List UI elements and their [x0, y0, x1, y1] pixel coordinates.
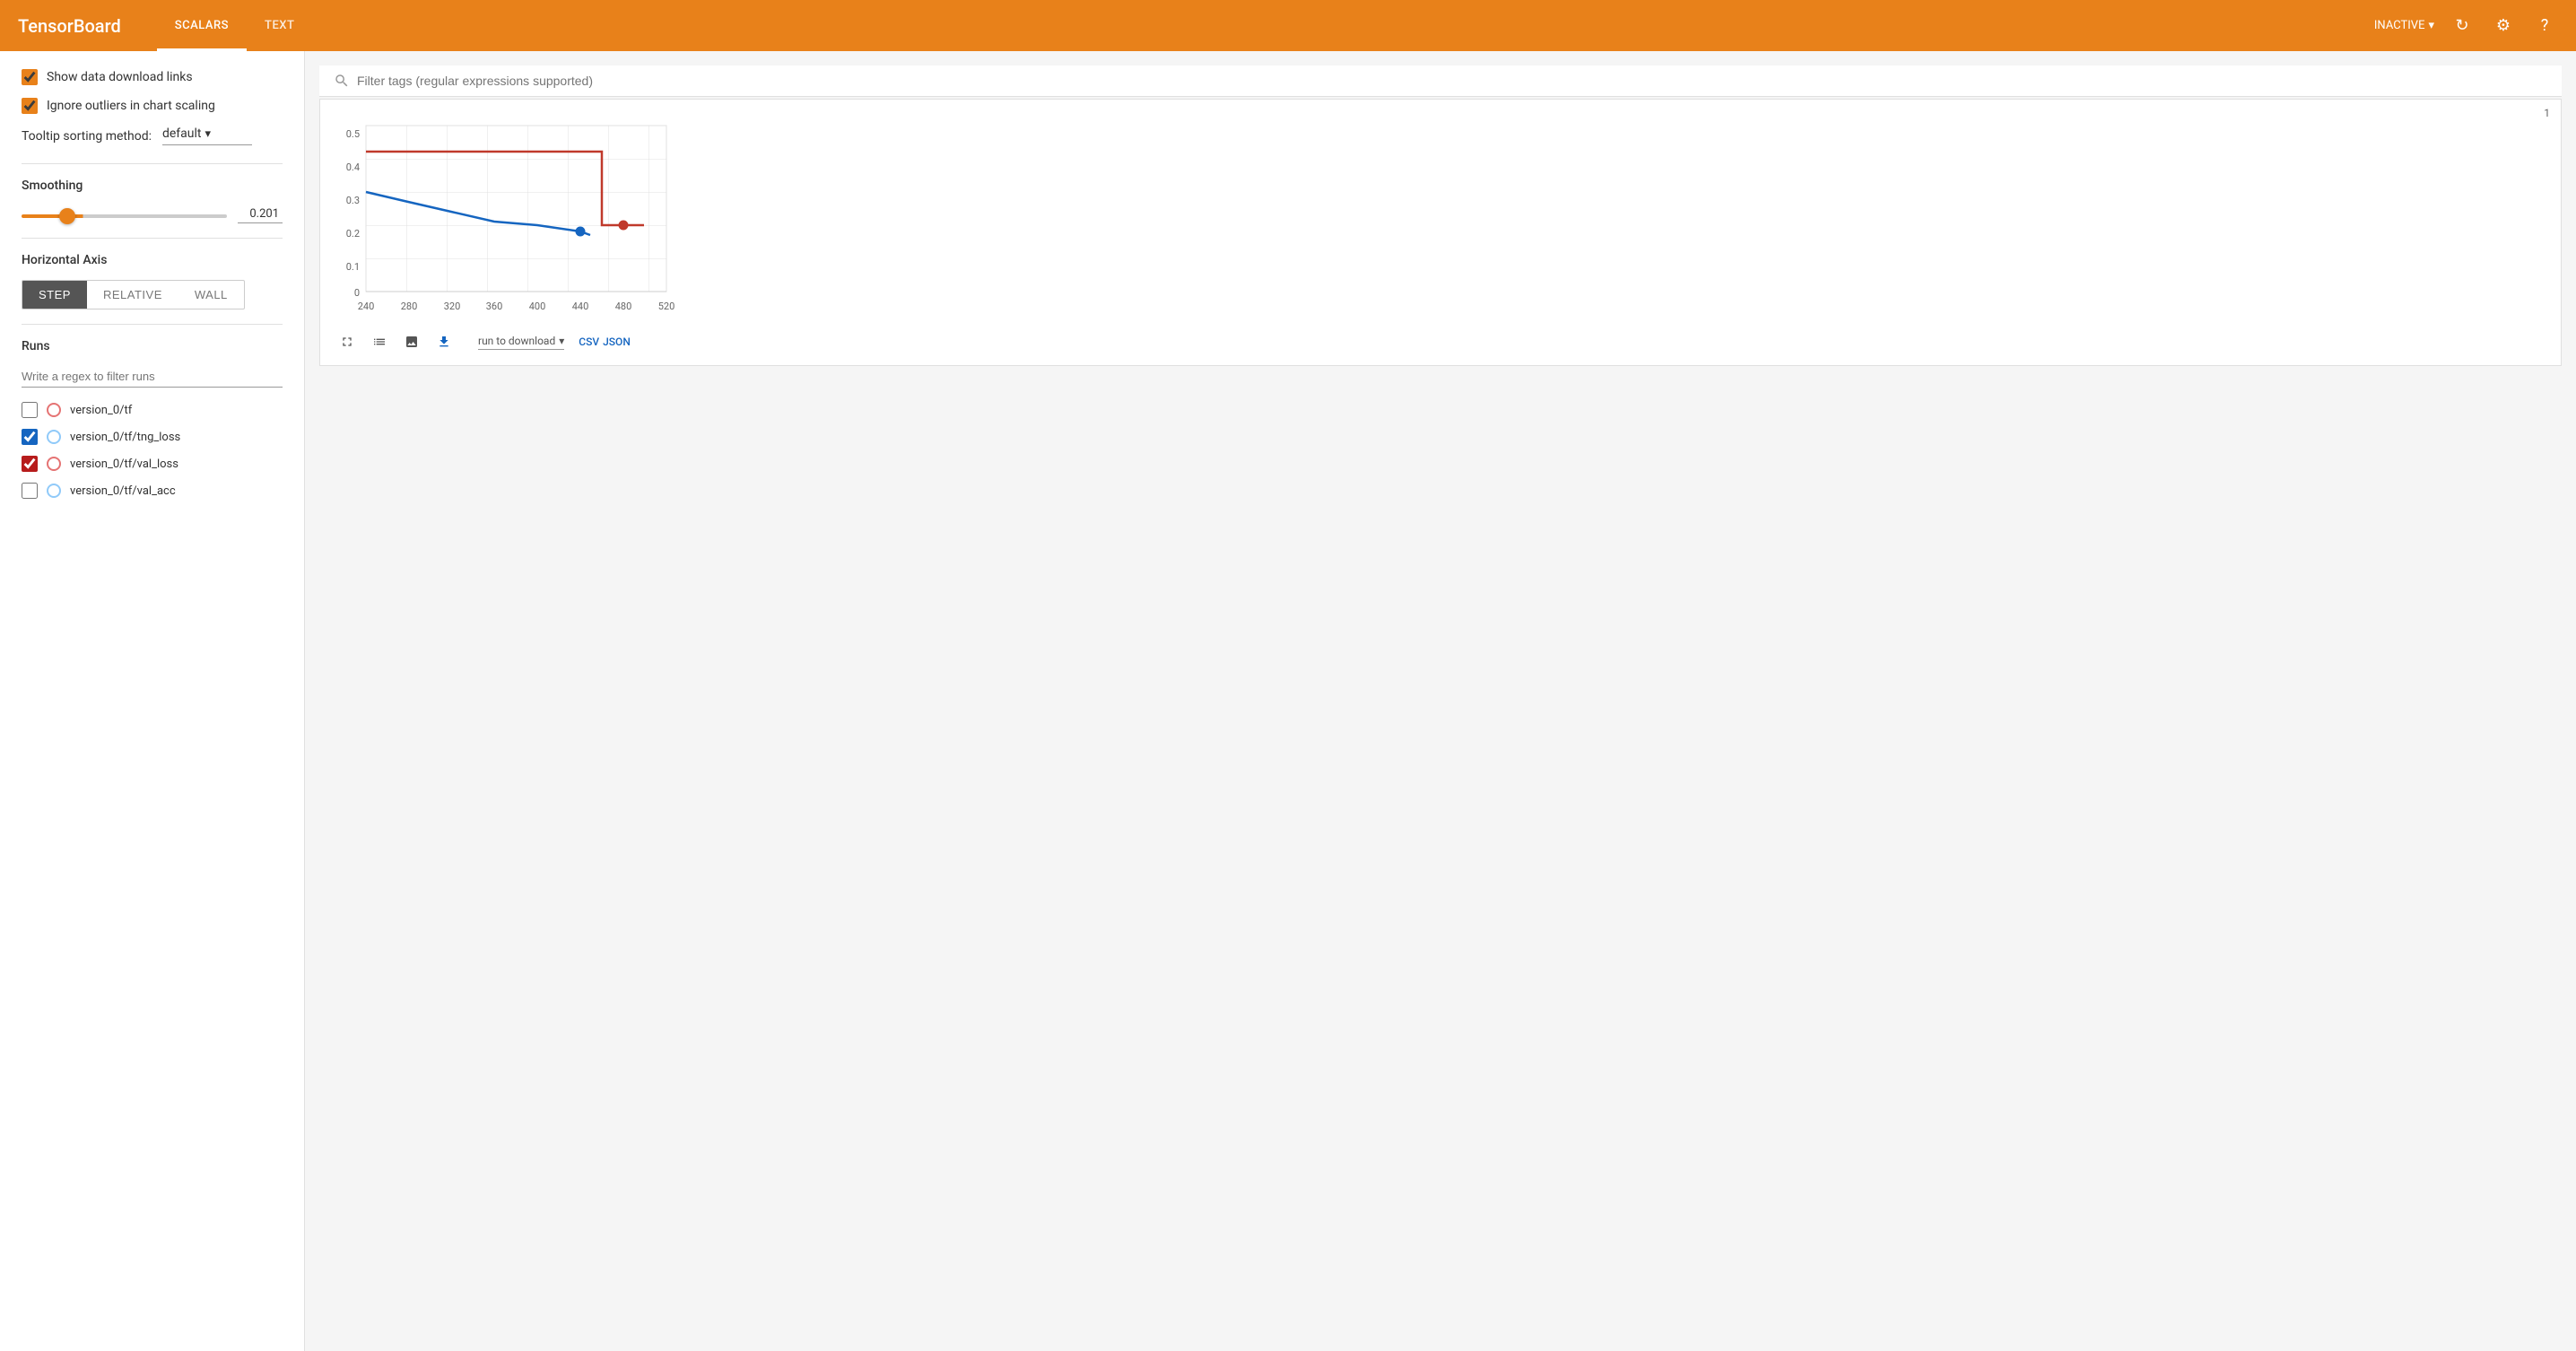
- smoothing-title: Smoothing: [22, 179, 283, 193]
- divider-1: [22, 163, 283, 164]
- divider-3: [22, 324, 283, 325]
- run-label-2: version_0/tf/val_loss: [70, 458, 178, 471]
- chart-toolbar: run to download ▾ CSV JSON: [320, 326, 2561, 365]
- nav-text[interactable]: TEXT: [247, 0, 312, 51]
- run-color-2: [47, 457, 61, 471]
- svg-text:480: 480: [615, 301, 632, 312]
- axis-step-button[interactable]: STEP: [22, 281, 87, 309]
- axis-wall-button[interactable]: WALL: [178, 281, 244, 309]
- run-item-1: version_0/tf/tng_loss: [22, 429, 283, 445]
- main-layout: Show data download links Ignore outliers…: [0, 51, 2576, 1351]
- smoothing-slider-container: [22, 208, 227, 222]
- expand-icon-button[interactable]: [335, 329, 360, 354]
- download-icon: [437, 335, 451, 349]
- run-to-download-select[interactable]: run to download ▾: [478, 335, 564, 350]
- header-right: INACTIVE ▾ ↻ ⚙ ?: [2374, 13, 2558, 39]
- axis-relative-button[interactable]: RELATIVE: [87, 281, 178, 309]
- run-item-0: version_0/tf: [22, 402, 283, 418]
- main-nav: SCALARS TEXT: [157, 0, 313, 51]
- axis-section: Horizontal Axis STEP RELATIVE WALL: [22, 253, 283, 309]
- run-checkbox-2[interactable]: [22, 456, 38, 472]
- run-to-download-label: run to download: [478, 335, 555, 347]
- image-download-button[interactable]: [399, 329, 424, 354]
- image-download-icon: [405, 335, 419, 349]
- smoothing-section: Smoothing 0.201: [22, 179, 283, 223]
- tooltip-sort-row: Tooltip sorting method: default ▾: [22, 126, 283, 145]
- ignore-outliers-checkbox[interactable]: [22, 98, 38, 114]
- smoothing-value: 0.201: [238, 205, 283, 223]
- csv-json-buttons: CSV JSON: [579, 336, 631, 348]
- status-select[interactable]: INACTIVE ▾: [2374, 19, 2434, 32]
- run-item-3: version_0/tf/val_acc: [22, 483, 283, 499]
- refresh-button[interactable]: ↻: [2449, 13, 2476, 39]
- svg-text:0.3: 0.3: [346, 195, 360, 206]
- svg-text:0: 0: [354, 287, 360, 299]
- header: TensorBoard SCALARS TEXT INACTIVE ▾ ↻ ⚙ …: [0, 0, 2576, 51]
- runs-filter-input[interactable]: [22, 366, 283, 388]
- filter-input[interactable]: [357, 74, 2547, 88]
- chart-svg: 0.5 0.4 0.3 0.2 0.1 0: [335, 121, 675, 318]
- run-label-1: version_0/tf/tng_loss: [70, 431, 180, 444]
- smoothing-slider[interactable]: [22, 214, 227, 218]
- tooltip-sort-select[interactable]: default ▾: [162, 126, 252, 145]
- run-color-0: [47, 403, 61, 417]
- svg-text:360: 360: [486, 301, 503, 312]
- sidebar: Show data download links Ignore outliers…: [0, 51, 305, 1351]
- download-button[interactable]: [431, 329, 457, 354]
- smoothing-slider-row: 0.201: [22, 205, 283, 223]
- search-icon: [334, 73, 350, 89]
- svg-text:0.2: 0.2: [346, 228, 360, 240]
- svg-text:440: 440: [572, 301, 589, 312]
- tooltip-sort-value: default: [162, 126, 202, 141]
- svg-text:0.5: 0.5: [346, 128, 360, 140]
- page-indicator: 1: [2544, 107, 2550, 119]
- svg-text:280: 280: [401, 301, 418, 312]
- svg-text:0.1: 0.1: [346, 261, 360, 273]
- ignore-outliers-row: Ignore outliers in chart scaling: [22, 98, 283, 114]
- svg-text:520: 520: [658, 301, 675, 312]
- main-content: 1 0.5 0.4 0.3 0.2 0.1: [305, 51, 2576, 1351]
- divider-2: [22, 238, 283, 239]
- runs-title: Runs: [22, 339, 283, 353]
- settings-icon[interactable]: ⚙: [2490, 13, 2517, 39]
- chart-area: 0.5 0.4 0.3 0.2 0.1 0: [320, 107, 2561, 326]
- data-toggle-button[interactable]: [367, 329, 392, 354]
- svg-text:400: 400: [529, 301, 546, 312]
- show-download-row: Show data download links: [22, 69, 283, 85]
- tooltip-sort-label: Tooltip sorting method:: [22, 129, 152, 144]
- run-checkbox-3[interactable]: [22, 483, 38, 499]
- show-download-checkbox[interactable]: [22, 69, 38, 85]
- run-checkbox-1[interactable]: [22, 429, 38, 445]
- svg-text:320: 320: [444, 301, 461, 312]
- nav-scalars[interactable]: SCALARS: [157, 0, 247, 51]
- ignore-outliers-label: Ignore outliers in chart scaling: [47, 99, 215, 113]
- run-label-0: version_0/tf: [70, 404, 132, 417]
- filter-bar: [319, 65, 2562, 97]
- app-logo: TensorBoard: [18, 15, 121, 37]
- run-color-1: [47, 430, 61, 444]
- run-checkbox-0[interactable]: [22, 402, 38, 418]
- csv-button[interactable]: CSV: [579, 336, 599, 348]
- runs-section: Runs version_0/tf version_0/tf/tng_loss …: [22, 339, 283, 499]
- chart-card: 1 0.5 0.4 0.3 0.2 0.1: [319, 99, 2562, 366]
- chart-card-header: 1: [320, 100, 2561, 107]
- run-label-3: version_0/tf/val_acc: [70, 484, 176, 498]
- help-icon[interactable]: ?: [2531, 13, 2558, 39]
- svg-text:240: 240: [358, 301, 375, 312]
- show-download-label: Show data download links: [47, 70, 193, 84]
- json-button[interactable]: JSON: [603, 336, 631, 348]
- run-item-2: version_0/tf/val_loss: [22, 456, 283, 472]
- expand-icon: [340, 335, 354, 349]
- svg-text:0.4: 0.4: [346, 161, 360, 173]
- axis-buttons: STEP RELATIVE WALL: [22, 280, 245, 309]
- data-toggle-icon: [372, 335, 387, 349]
- run-color-3: [47, 484, 61, 498]
- axis-title: Horizontal Axis: [22, 253, 283, 267]
